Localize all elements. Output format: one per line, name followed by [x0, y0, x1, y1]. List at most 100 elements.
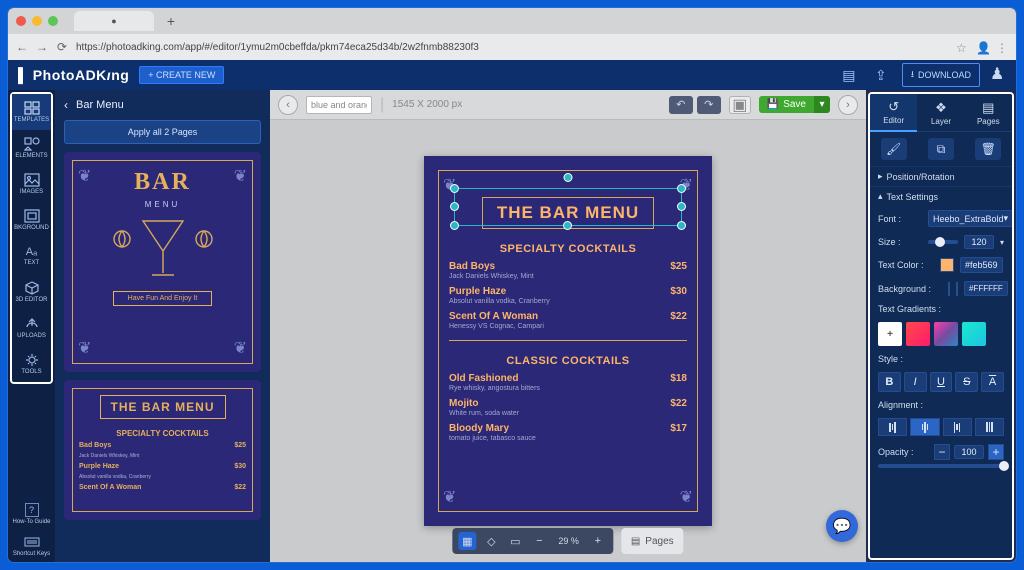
fit-button[interactable]: ▭: [506, 532, 524, 550]
share-icon[interactable]: ⇪: [870, 64, 892, 86]
save-button[interactable]: 💾Save ▾: [759, 96, 830, 113]
align-center-button[interactable]: [910, 418, 939, 436]
italic-button[interactable]: I: [904, 372, 927, 392]
avatar-icon[interactable]: ♟: [990, 64, 1006, 86]
nav-forward-icon[interactable]: →: [36, 41, 48, 53]
zoom-in-button[interactable]: +: [589, 532, 607, 550]
font-select[interactable]: Heebo_ExtraBold▾: [928, 210, 1012, 227]
position-rotation-section[interactable]: ▸ Position/Rotation: [878, 171, 1004, 182]
zoom-out-button[interactable]: −: [530, 532, 548, 550]
corner-deco-icon: ❦: [680, 487, 693, 507]
delete-button[interactable]: 🗑: [975, 138, 1001, 160]
back-button[interactable]: ‹: [64, 98, 68, 112]
size-input[interactable]: 120: [964, 235, 994, 249]
chevron-down-icon[interactable]: ▾: [1000, 238, 1004, 247]
rail-images[interactable]: IMAGES: [12, 166, 51, 202]
browser-tab[interactable]: ●: [74, 11, 154, 31]
nav-back-icon[interactable]: ←: [16, 41, 28, 53]
undo-button[interactable]: ↶: [669, 96, 693, 114]
grid-view-button[interactable]: ▦: [458, 532, 476, 550]
resize-handle[interactable]: [450, 202, 459, 211]
add-gradient-button[interactable]: +: [878, 322, 902, 346]
template-card[interactable]: THE BAR MENU SPECIALTY COCKTAILS Bad Boy…: [64, 380, 261, 520]
apply-all-button[interactable]: Apply all 2 Pages: [64, 120, 261, 144]
eraser-button[interactable]: ◇: [482, 532, 500, 550]
textcolor-hex[interactable]: #feb569: [960, 257, 1003, 273]
url-text[interactable]: https://photoadking.com/app/#/editor/1ym…: [76, 42, 948, 53]
profile-icon[interactable]: 👤: [976, 41, 988, 53]
gradient-swatch[interactable]: [962, 322, 986, 346]
text-icon: Aₐ: [26, 246, 37, 258]
size-slider[interactable]: [928, 240, 958, 244]
uppercase-button[interactable]: A: [981, 372, 1004, 392]
tab-pages[interactable]: ▤Pages: [965, 94, 1012, 132]
size-label: Size :: [878, 237, 922, 247]
download-button[interactable]: ⭳DOWNLOAD: [902, 63, 980, 87]
chevron-down-icon: ▾: [1004, 213, 1009, 224]
text-settings-section[interactable]: ▴ Text Settings: [878, 191, 1004, 202]
chat-fab[interactable]: 💬: [826, 510, 858, 542]
rail-templates[interactable]: TEMPLATES: [12, 94, 51, 130]
rail-tools[interactable]: TOOLS: [12, 346, 51, 382]
selection-box[interactable]: [454, 188, 682, 226]
rail-3deditor[interactable]: 3D EDITOR: [12, 274, 51, 310]
resize-handle[interactable]: [450, 184, 459, 193]
template-card[interactable]: ❦ ❦ BAR MENU Have Fun And Enjoy It ❦ ❦: [64, 152, 261, 372]
create-new-button[interactable]: + CREATE NEW: [139, 66, 224, 84]
save-dropdown-icon[interactable]: ▾: [814, 96, 830, 113]
opacity-slider[interactable]: [878, 464, 1004, 468]
window-close-dot[interactable]: [16, 16, 26, 26]
resize-handle[interactable]: [677, 202, 686, 211]
nav-reload-icon[interactable]: ⟳: [56, 41, 68, 53]
resize-handle[interactable]: [563, 221, 572, 230]
rail-howto[interactable]: ?How-To Guide: [8, 498, 55, 530]
format-paint-button[interactable]: 🖌: [881, 138, 907, 160]
slider-thumb[interactable]: [999, 461, 1009, 471]
rotate-handle[interactable]: [564, 173, 573, 182]
menu-icon[interactable]: ⋮: [996, 41, 1008, 53]
opacity-input[interactable]: 100: [954, 445, 984, 459]
browser-tab-bar: ● +: [8, 8, 1016, 34]
align-right-button[interactable]: [943, 418, 972, 436]
strike-button[interactable]: S: [955, 372, 978, 392]
resize-handle[interactable]: [677, 221, 686, 230]
pages-button[interactable]: ▤Pages: [621, 528, 684, 554]
bg-swatch[interactable]: [956, 282, 958, 296]
align-left-button[interactable]: [878, 418, 907, 436]
rail-3deditor-label: 3D EDITOR: [16, 297, 48, 303]
tab-editor[interactable]: ↺Editor: [870, 94, 917, 132]
slider-thumb[interactable]: [935, 237, 945, 247]
design-name-input[interactable]: [306, 96, 372, 114]
opacity-decrease[interactable]: −: [934, 444, 950, 460]
drafts-icon[interactable]: ▤: [838, 64, 860, 86]
resize-handle[interactable]: [677, 184, 686, 193]
gradient-swatch[interactable]: [934, 322, 958, 346]
artboard[interactable]: ❦ ❦ ❦ ❦ THE BAR MENU SPECIALTY COCKTAILS…: [424, 156, 712, 526]
background-icon: [24, 209, 40, 223]
rail-background[interactable]: BKGROUND: [12, 202, 51, 238]
window-min-dot[interactable]: [32, 16, 42, 26]
duplicate-button[interactable]: ⧉: [928, 138, 954, 160]
rail-elements[interactable]: ELEMENTS: [12, 130, 51, 166]
rail-text[interactable]: AₐTEXT: [12, 238, 51, 274]
rail-uploads[interactable]: UPLOADS: [12, 310, 51, 346]
textcolor-swatch[interactable]: [940, 258, 954, 272]
crop-button[interactable]: ▣: [729, 96, 751, 114]
star-icon[interactable]: ☆: [956, 41, 968, 53]
underline-button[interactable]: U: [930, 372, 953, 392]
tab-layer[interactable]: ❖Layer: [917, 94, 964, 132]
new-tab-button[interactable]: +: [164, 14, 178, 28]
canvas-dimensions: 1545 X 2000 px: [392, 99, 462, 110]
align-justify-button[interactable]: [975, 418, 1004, 436]
gradient-swatch[interactable]: [906, 322, 930, 346]
rail-shortcuts[interactable]: Shortcut Keys: [8, 530, 55, 562]
bg-none-swatch[interactable]: [948, 282, 950, 296]
resize-handle[interactable]: [450, 221, 459, 230]
next-page-button[interactable]: ›: [838, 95, 858, 115]
prev-page-button[interactable]: ‹: [278, 95, 298, 115]
window-max-dot[interactable]: [48, 16, 58, 26]
opacity-increase[interactable]: +: [988, 444, 1004, 460]
bg-hex[interactable]: #FFFFFF: [964, 281, 1008, 296]
redo-button[interactable]: ↷: [697, 96, 721, 114]
bold-button[interactable]: B: [878, 372, 901, 392]
